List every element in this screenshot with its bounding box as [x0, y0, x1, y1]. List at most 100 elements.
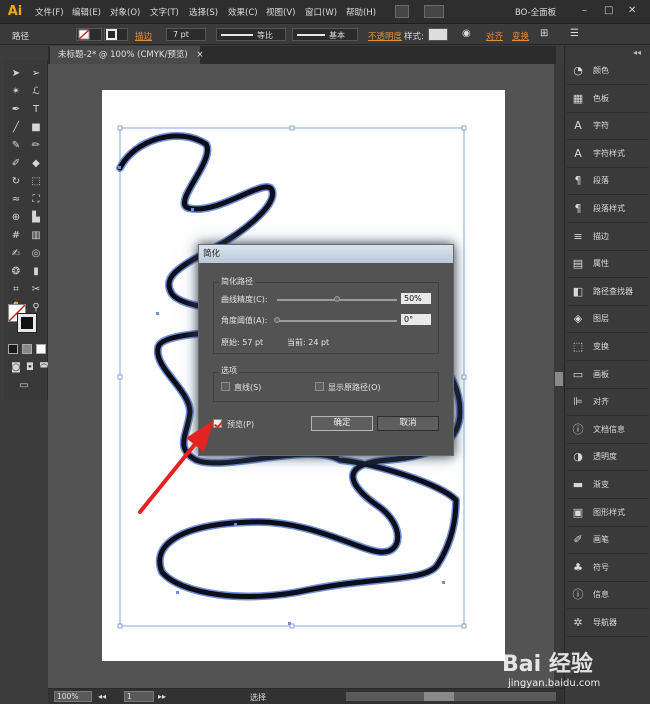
stroke-color-icon[interactable]: [17, 313, 37, 333]
perspective-grid-tool-icon[interactable]: ▙: [30, 212, 42, 224]
paintbrush-tool-icon[interactable]: ✎: [10, 140, 22, 152]
artboard-tool-icon[interactable]: ⌗: [10, 284, 22, 296]
panel-item-swatches[interactable]: ▦ 色板: [569, 88, 649, 110]
pencil-tool-icon[interactable]: ✏: [30, 140, 42, 152]
angle-threshold-knob[interactable]: [274, 317, 280, 323]
panel-item-graphic-styles[interactable]: ▣ 图形样式: [569, 502, 649, 524]
ok-button[interactable]: 确定: [311, 416, 373, 431]
draw-normal-icon[interactable]: ◙: [10, 362, 22, 374]
panel-item-stroke[interactable]: ≡ 描边: [569, 226, 649, 248]
panel-item-brushes[interactable]: ✐ 画笔: [569, 529, 649, 551]
blob-brush-tool-icon[interactable]: ✐: [10, 158, 22, 170]
straight-lines-checkbox[interactable]: [221, 382, 230, 391]
curve-precision-knob[interactable]: [334, 296, 340, 302]
panel-item-char-style[interactable]: A 字符样式: [569, 143, 649, 165]
panel-item-align[interactable]: ⊫ 对齐: [569, 391, 649, 413]
opacity-link[interactable]: 不透明度: [368, 30, 402, 42]
align-link[interactable]: 对齐: [486, 30, 503, 42]
panel-item-pathfinder[interactable]: ◧ 路径查找器: [569, 281, 649, 303]
width-tool-icon[interactable]: ≈: [10, 194, 22, 206]
blend-tool-icon[interactable]: ◎: [30, 248, 42, 260]
brush-definition[interactable]: 基本: [292, 28, 358, 41]
panel-item-gradient[interactable]: ▬ 渐变: [569, 474, 649, 496]
vertical-scrollbar[interactable]: [554, 64, 564, 688]
gradient-tool-icon[interactable]: ▥: [30, 230, 42, 242]
panel-item-artboards[interactable]: ▭ 画板: [569, 364, 649, 386]
symbol-sprayer-tool-icon[interactable]: ❂: [10, 266, 22, 278]
screen-mode-icon[interactable]: ▭: [18, 380, 30, 392]
eraser-tool-icon[interactable]: ◆: [30, 158, 42, 170]
menu-edit[interactable]: 编辑(E): [72, 6, 101, 18]
panel-menu-icon[interactable]: ☰: [570, 28, 579, 39]
panel-item-color[interactable]: ◔ 颜色: [569, 60, 649, 82]
menu-window[interactable]: 窗口(W): [305, 6, 337, 18]
minimize-icon[interactable]: –: [582, 5, 587, 16]
zoom-field[interactable]: 100%: [54, 691, 92, 702]
lasso-tool-icon[interactable]: ℒ: [30, 86, 42, 98]
pen-tool-icon[interactable]: ✒: [10, 104, 22, 116]
stroke-link[interactable]: 描边: [135, 30, 152, 42]
magic-wand-tool-icon[interactable]: ✴: [10, 86, 22, 98]
document-tab[interactable]: 未标题-2* @ 100% (CMYK/预览) ×: [50, 46, 204, 64]
panel-item-symbols[interactable]: ♣ 符号: [569, 557, 649, 579]
recolor-icon[interactable]: ◉: [462, 28, 471, 39]
style-swatch[interactable]: [428, 28, 448, 41]
panel-item-transform[interactable]: ⬚ 变换: [569, 336, 649, 358]
transform-link[interactable]: 变换: [512, 30, 529, 42]
line-tool-icon[interactable]: ╱: [10, 122, 22, 134]
close-icon[interactable]: ✕: [628, 5, 636, 16]
first-page-icon[interactable]: ◂◂: [98, 692, 106, 701]
menu-file[interactable]: 文件(F): [35, 6, 64, 18]
collapse-panels-icon[interactable]: ◂◂: [633, 48, 641, 57]
vertical-scroll-thumb[interactable]: [555, 372, 563, 386]
direct-selection-tool-icon[interactable]: ➢: [30, 68, 42, 80]
last-page-icon[interactable]: ▸▸: [158, 692, 166, 701]
rotate-tool-icon[interactable]: ↻: [10, 176, 22, 188]
horizontal-scroll-thumb[interactable]: [424, 692, 454, 701]
panel-item-doc-info[interactable]: ⓘ 文档信息: [569, 419, 649, 441]
isolate-icon[interactable]: ⊞: [540, 28, 548, 39]
preview-checkbox[interactable]: [213, 419, 222, 428]
page-field[interactable]: 1: [124, 691, 154, 702]
panel-item-layers[interactable]: ◈ 图层: [569, 308, 649, 330]
fill-swatch[interactable]: [76, 28, 102, 41]
angle-threshold-slider[interactable]: [277, 320, 397, 322]
color-mode-icon[interactable]: [8, 344, 18, 354]
slice-tool-icon[interactable]: ✂: [30, 284, 42, 296]
maximize-icon[interactable]: □: [604, 5, 613, 16]
draw-behind-icon[interactable]: ◘: [24, 362, 36, 374]
bridge-icon[interactable]: [395, 5, 409, 18]
scale-tool-icon[interactable]: ⬚: [30, 176, 42, 188]
panel-item-paragraph[interactable]: ¶ 段落: [569, 170, 649, 192]
panel-item-para-style[interactable]: ¶ 段落样式: [569, 198, 649, 220]
show-original-checkbox[interactable]: [315, 382, 324, 391]
free-transform-tool-icon[interactable]: ⛶: [30, 194, 42, 206]
mesh-tool-icon[interactable]: #: [10, 230, 22, 242]
tab-close-icon[interactable]: ×: [196, 50, 203, 60]
menu-select[interactable]: 选择(S): [189, 6, 218, 18]
panel-item-navigator[interactable]: ✲ 导航器: [569, 612, 649, 634]
angle-threshold-field[interactable]: 0°: [401, 314, 431, 325]
cancel-button[interactable]: 取消: [377, 416, 439, 431]
curve-precision-field[interactable]: 50%: [401, 293, 431, 304]
stroke-swatch[interactable]: [104, 28, 128, 41]
menu-view[interactable]: 视图(V): [266, 6, 295, 18]
panel-item-character[interactable]: A 字符: [569, 115, 649, 137]
panel-item-attributes[interactable]: ▤ 属性: [569, 253, 649, 275]
column-graph-tool-icon[interactable]: ▮: [30, 266, 42, 278]
menu-help[interactable]: 帮助(H): [346, 6, 376, 18]
menu-type[interactable]: 文字(T): [150, 6, 179, 18]
type-tool-icon[interactable]: T: [30, 104, 42, 116]
shape-builder-tool-icon[interactable]: ⊕: [10, 212, 22, 224]
workspace-switcher[interactable]: BO-全面板: [515, 6, 556, 18]
panel-item-transparency[interactable]: ◑ 透明度: [569, 446, 649, 468]
zoom-tool-icon[interactable]: ⚲: [30, 302, 42, 314]
gradient-mode-icon[interactable]: [22, 344, 32, 354]
arrange-documents-icon[interactable]: [424, 5, 444, 18]
rectangle-tool-icon[interactable]: ■: [30, 122, 42, 134]
panel-item-info[interactable]: ⓘ 信息: [569, 584, 649, 606]
menu-effect[interactable]: 效果(C): [228, 6, 258, 18]
variable-width-profile[interactable]: 等比: [216, 28, 286, 41]
none-mode-icon[interactable]: [36, 344, 46, 354]
eyedropper-tool-icon[interactable]: ✍: [10, 248, 22, 260]
